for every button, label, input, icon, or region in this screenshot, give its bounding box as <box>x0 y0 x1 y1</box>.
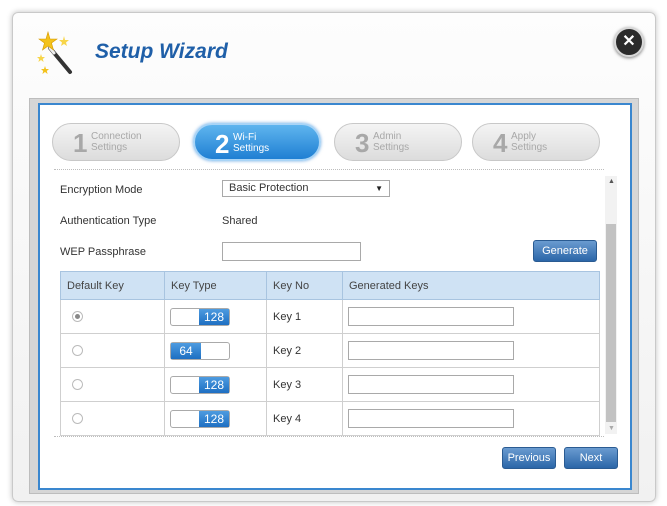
generated-key-input-4[interactable] <box>348 409 514 428</box>
encryption-mode-select[interactable]: Basic Protection ▼ <box>222 180 390 197</box>
table-row: 128 Key 4 <box>60 401 600 436</box>
divider <box>54 436 604 437</box>
key-type-toggle-2[interactable]: 64 <box>170 341 230 360</box>
step-apply-settings[interactable]: 4 Apply Settings <box>472 123 600 161</box>
key-type-toggle-4[interactable]: 128 <box>170 409 230 428</box>
authentication-type-value: Shared <box>222 215 258 227</box>
column-header-generated-keys: Generated Keys <box>342 271 600 300</box>
scrollbar[interactable]: ▲ ▼ <box>605 176 617 434</box>
column-header-key-no: Key No <box>266 271 343 300</box>
authentication-type-label: Authentication Type <box>60 215 157 227</box>
previous-button[interactable]: Previous <box>502 447 556 469</box>
key-no-cell: Key 3 <box>266 367 343 402</box>
next-button[interactable]: Next <box>564 447 618 469</box>
step-label: Apply Settings <box>511 131 548 153</box>
wep-passphrase-label: WEP Passphrase <box>60 246 147 258</box>
step-wifi-settings[interactable]: 2 Wi-Fi Settings <box>193 123 321 161</box>
key-no-cell: Key 1 <box>266 299 343 334</box>
encryption-mode-label: Encryption Mode <box>60 184 143 196</box>
step-admin-settings[interactable]: 3 Admin Settings <box>334 123 462 161</box>
default-key-radio-2[interactable] <box>72 345 83 357</box>
column-header-default-key: Default Key <box>60 271 165 300</box>
divider <box>54 169 604 170</box>
dropdown-arrow-icon: ▼ <box>375 184 383 193</box>
wep-passphrase-input[interactable] <box>222 242 361 261</box>
table-header-row: Default Key Key Type Key No Generated Ke… <box>60 271 600 300</box>
step-number: 1 <box>73 128 88 158</box>
scrollbar-thumb[interactable] <box>606 224 616 422</box>
step-number: 4 <box>493 128 508 158</box>
close-icon[interactable]: ✕ <box>614 27 644 57</box>
column-header-key-type: Key Type <box>164 271 267 300</box>
key-type-value: 128 <box>199 308 229 325</box>
default-key-radio-3[interactable] <box>72 379 83 391</box>
key-type-value: 128 <box>199 410 229 427</box>
step-connection-settings[interactable]: 1 Connection Settings <box>52 123 180 161</box>
key-no-cell: Key 2 <box>266 333 343 368</box>
default-key-radio-4[interactable] <box>72 413 83 425</box>
generated-key-input-3[interactable] <box>348 375 514 394</box>
generate-button[interactable]: Generate <box>533 240 597 262</box>
key-type-toggle-1[interactable]: 128 <box>170 307 230 326</box>
table-row: 64 Key 2 <box>60 333 600 368</box>
step-label: Connection Settings <box>91 131 142 153</box>
generated-key-input-2[interactable] <box>348 341 514 360</box>
scroll-down-icon[interactable]: ▼ <box>608 425 615 432</box>
encryption-mode-value: Basic Protection <box>229 182 309 194</box>
key-no-cell: Key 4 <box>266 401 343 436</box>
key-type-value: 128 <box>199 376 229 393</box>
step-number: 3 <box>355 128 370 158</box>
key-type-toggle-3[interactable]: 128 <box>170 375 230 394</box>
step-label: Admin Settings <box>373 131 410 153</box>
table-row: 128 Key 1 <box>60 299 600 334</box>
step-label: Wi-Fi Settings <box>233 132 270 154</box>
wep-keys-table: Default Key Key Type Key No Generated Ke… <box>60 271 600 436</box>
default-key-radio-1[interactable] <box>72 311 83 323</box>
generated-key-input-1[interactable] <box>348 307 514 326</box>
dialog-title: Setup Wizard <box>95 40 228 63</box>
magic-wand-icon <box>37 30 72 74</box>
step-number: 2 <box>215 129 230 159</box>
scroll-up-icon[interactable]: ▲ <box>608 178 615 185</box>
table-row: 128 Key 3 <box>60 367 600 402</box>
key-type-value: 64 <box>171 342 201 359</box>
